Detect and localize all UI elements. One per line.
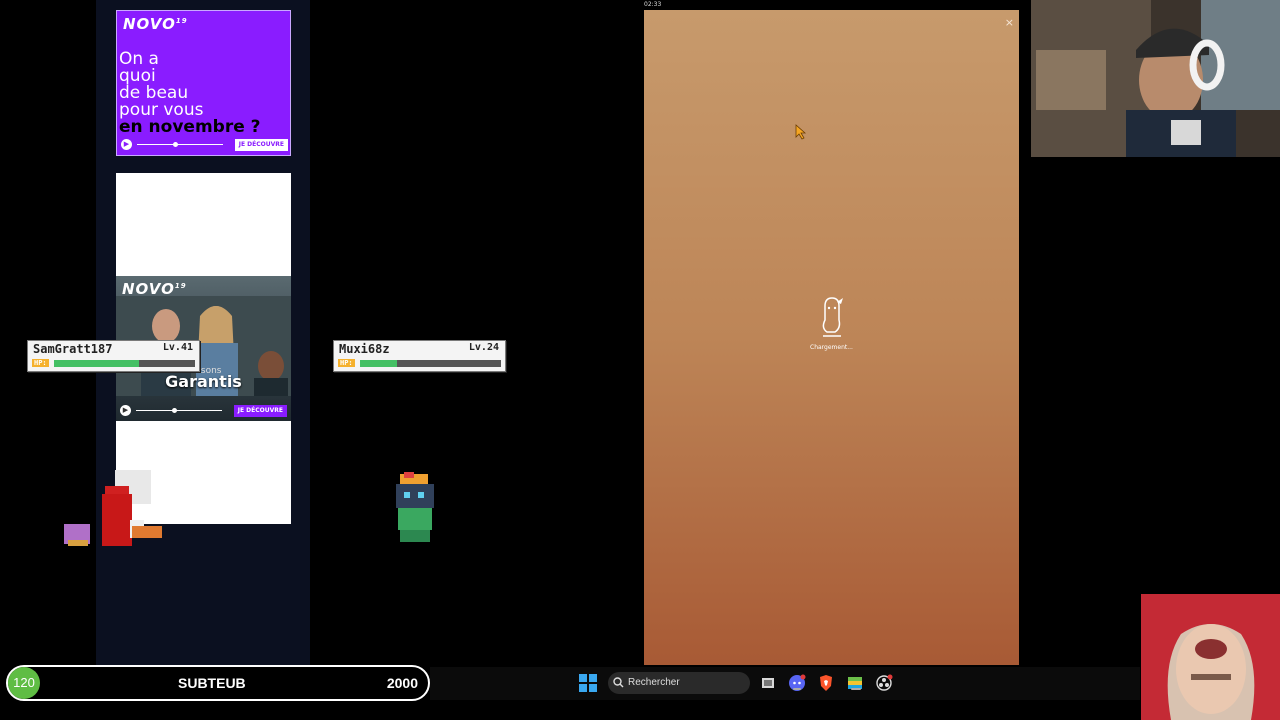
taskbar-search-input[interactable]: Rechercher bbox=[608, 672, 750, 694]
system-tray-strip: 02:33 bbox=[644, 0, 704, 10]
discord-icon[interactable] bbox=[788, 674, 806, 692]
webcam-guest bbox=[1141, 594, 1280, 720]
ad-cta-button[interactable]: JE DÉCOUVRE bbox=[234, 139, 288, 151]
player-name: SamGratt187 bbox=[33, 342, 113, 356]
mouse-cursor-icon bbox=[795, 124, 807, 140]
ad-banner-novembre[interactable]: NOVO19 On a quoi de beau pour vous en no… bbox=[116, 10, 291, 156]
player-level: Lv.41 bbox=[162, 342, 193, 353]
player-name: Muxi68z bbox=[339, 342, 390, 356]
player-hp-box-2: Muxi68z Lv.24 HP: bbox=[333, 340, 506, 372]
close-icon[interactable]: × bbox=[1005, 16, 1014, 29]
sub-goal-target: 2000 bbox=[386, 675, 418, 691]
player-level: Lv.24 bbox=[468, 342, 499, 353]
hp-bar-fill bbox=[360, 360, 397, 367]
game-window[interactable]: × Chargement... bbox=[644, 10, 1019, 665]
bluestacks-icon[interactable] bbox=[846, 674, 864, 692]
hp-bar bbox=[360, 360, 501, 367]
brave-icon[interactable] bbox=[817, 674, 835, 692]
play-icon[interactable]: ▶ bbox=[120, 405, 131, 416]
ad-headline: On a quoi de beau pour vous en novembre … bbox=[119, 49, 261, 137]
tray-clock: 02:33 bbox=[644, 1, 662, 8]
hp-bar bbox=[54, 360, 195, 367]
sub-goal-bar: 120 SUBTEUB 2000 bbox=[6, 665, 430, 701]
ad-blank-slot bbox=[116, 173, 291, 276]
obs-icon[interactable] bbox=[875, 674, 893, 692]
loading-mascot-icon bbox=[822, 297, 843, 337]
hp-label: HP: bbox=[32, 359, 49, 367]
webcam-streamer bbox=[1031, 0, 1280, 157]
file-explorer-icon[interactable] bbox=[759, 674, 777, 692]
ad-title: Garantis bbox=[165, 372, 242, 391]
player-hp-box-1: SamGratt187 Lv.41 HP: bbox=[27, 340, 200, 372]
ad-progress-bar: ▶ JE DÉCOUVRE bbox=[121, 139, 288, 151]
stream-overlay: 02:33 NOVO19 On a quoi de beau pour vous… bbox=[0, 0, 1280, 720]
loading-text: Chargement... bbox=[810, 344, 853, 351]
search-icon bbox=[613, 677, 624, 688]
ad-brand-logo: NOVO19 bbox=[123, 15, 188, 33]
windows-taskbar: Rechercher bbox=[430, 667, 1140, 700]
search-placeholder: Rechercher bbox=[628, 677, 680, 688]
ad-progress-bar: ▶ JE DÉCOUVRE bbox=[120, 405, 287, 417]
sub-goal-label: SUBTEUB bbox=[178, 675, 246, 691]
hp-bar-fill bbox=[54, 360, 139, 367]
sub-goal-current: 120 bbox=[8, 667, 40, 699]
ad-cta-button[interactable]: JE DÉCOUVRE bbox=[233, 405, 287, 417]
play-icon[interactable]: ▶ bbox=[121, 139, 132, 150]
loading-indicator: Chargement... bbox=[644, 296, 1019, 351]
player-sprite-2 bbox=[396, 472, 434, 542]
windows-start-icon[interactable] bbox=[579, 674, 597, 692]
player-sprite-group-1 bbox=[64, 470, 162, 546]
hp-label: HP: bbox=[338, 359, 355, 367]
